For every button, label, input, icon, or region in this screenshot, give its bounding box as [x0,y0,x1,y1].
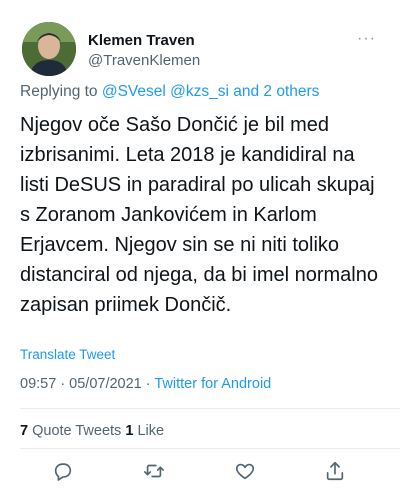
reply-icon[interactable] [52,460,76,484]
share-icon[interactable] [324,460,348,484]
more-options-icon[interactable]: ··· [357,30,376,48]
avatar[interactable] [22,22,76,76]
retweet-icon[interactable] [143,460,167,484]
action-bar [20,460,380,484]
like-label: Like [133,423,165,439]
replying-prefix: Replying to [20,83,102,100]
like-icon[interactable] [234,460,258,484]
replying-links[interactable]: @SVesel @kzs_si and 2 others [102,83,320,100]
author-names: Klemen Traven @TravenKlemen [88,32,200,71]
divider [20,408,400,409]
tweet-timestamp[interactable]: 09:57 · 05/07/2021 · [20,376,154,392]
translate-tweet-link[interactable]: Translate Tweet [20,347,115,362]
user-handle[interactable]: @TravenKlemen [88,51,200,71]
tweet-source[interactable]: Twitter for Android [154,376,271,392]
tweet-meta: 09:57 · 05/07/2021 · Twitter for Android [20,376,271,392]
replying-to: Replying to @SVesel @kzs_si and 2 others [20,83,319,101]
avatar-image [22,22,76,76]
display-name[interactable]: Klemen Traven [88,32,200,50]
divider [20,448,400,449]
tweet-text: Njegov oče Sašo Dončić je bil med izbris… [20,114,378,316]
tweet-stats: 7 Quote Tweets 1 Like [20,423,164,439]
quote-label: Quote Tweets [28,423,126,439]
likes-stat[interactable]: 1 Like [125,423,164,439]
quote-tweets-stat[interactable]: 7 Quote Tweets [20,423,125,439]
quote-count: 7 [20,423,29,439]
tweet-header: Klemen Traven @TravenKlemen ··· [22,22,380,78]
